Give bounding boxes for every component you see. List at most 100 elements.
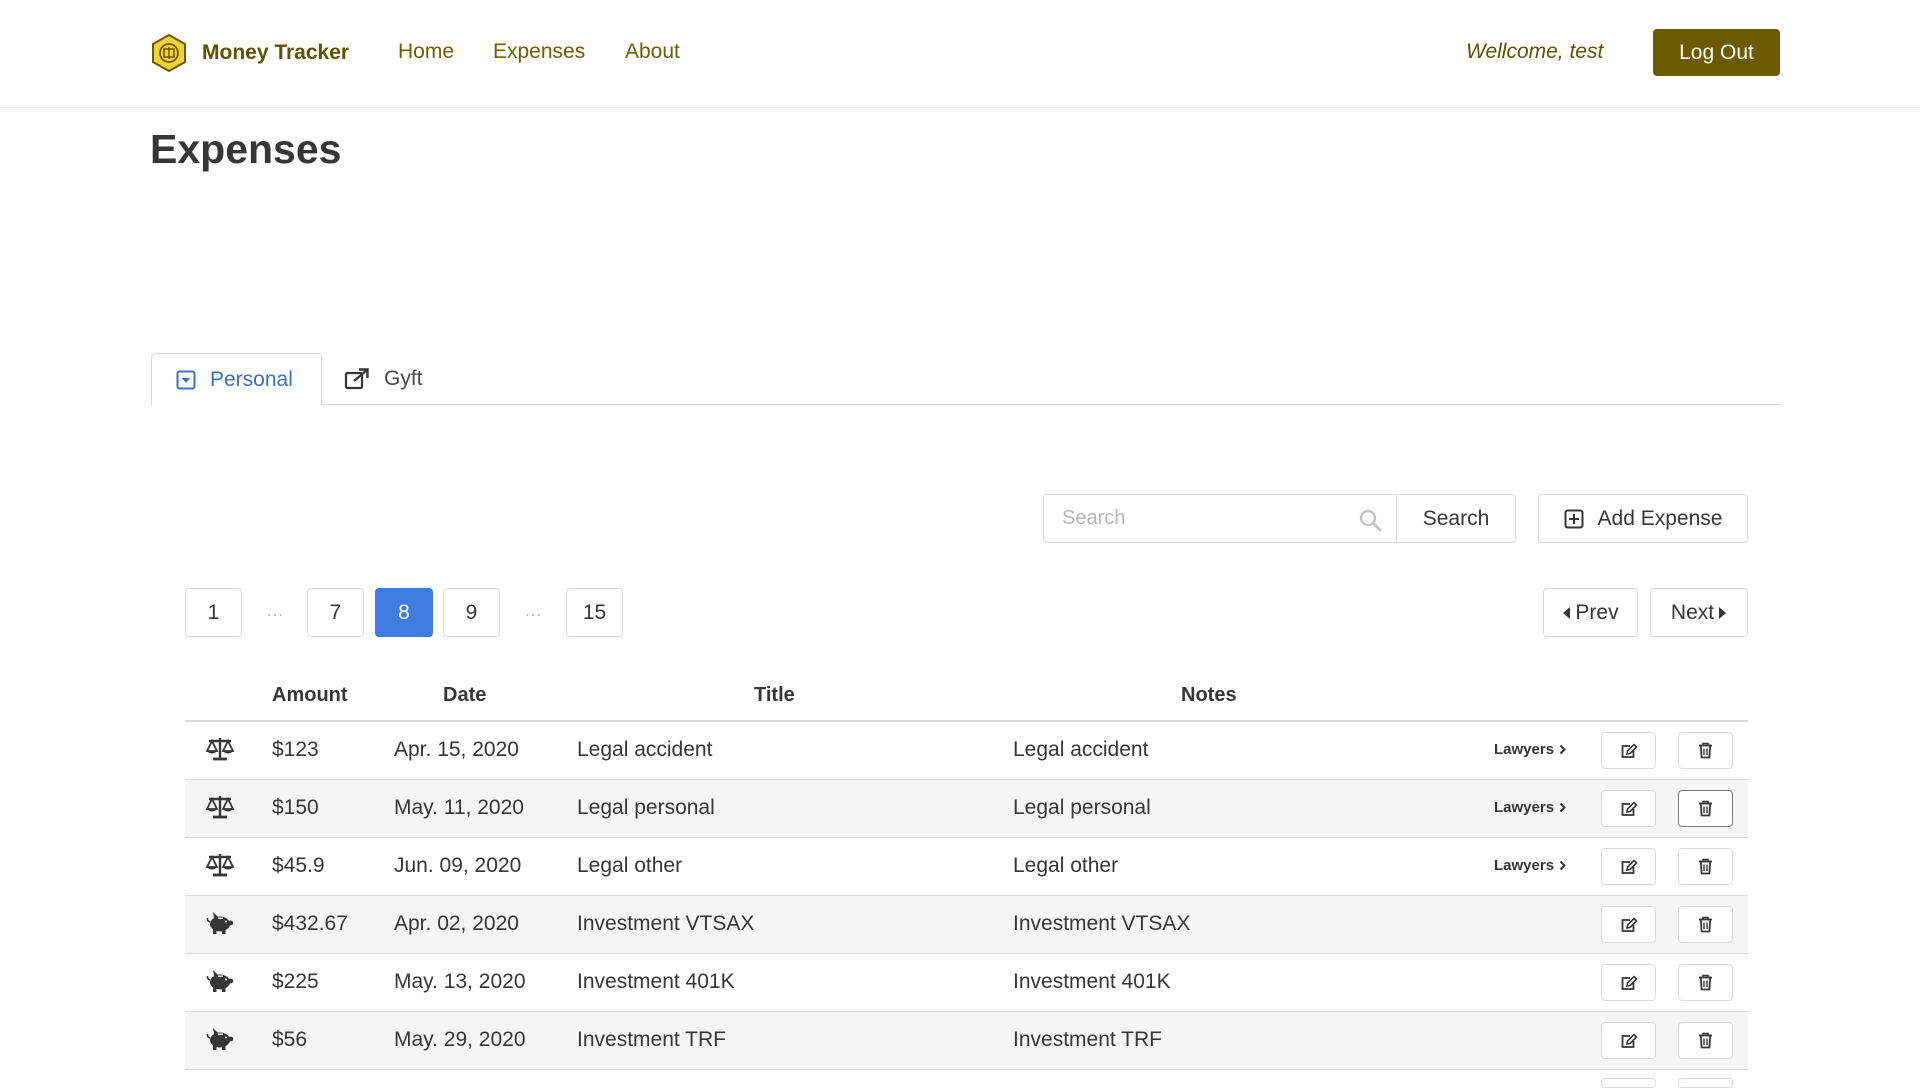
edit-button[interactable] [1601, 964, 1656, 1001]
cell-title: Legal accident [577, 738, 713, 761]
cell-amount: $56 [272, 1028, 308, 1051]
lawyers-link-label: Lawyers [1494, 857, 1555, 874]
tab-gyft[interactable]: Gyft [344, 353, 423, 405]
cell-notes: Investment TRF [1013, 1028, 1162, 1051]
balance-scale-icon [205, 794, 235, 820]
caret-left-icon [1563, 606, 1571, 619]
nav-about-link[interactable]: About [625, 40, 680, 64]
next-label: Next [1670, 600, 1715, 624]
column-header-title: Title [754, 684, 795, 706]
table-row: $225 May. 13, 2020 Investment 401K Inves… [185, 954, 1748, 1012]
edit-icon [1621, 916, 1638, 932]
lawyers-link[interactable]: Lawyers [1494, 741, 1566, 758]
nav-expenses-link[interactable]: Expenses [493, 40, 585, 64]
logout-button[interactable]: Log Out [1653, 29, 1780, 76]
cell-date: Apr. 02, 2020 [394, 912, 519, 935]
nav-home-link[interactable]: Home [398, 40, 454, 64]
page-link-15[interactable]: 15 [566, 588, 623, 637]
navbar: Money Tracker Home Expenses About Wellco… [0, 0, 1920, 108]
cell-title: Legal personal [577, 796, 715, 819]
cell-date: May. 13, 2020 [394, 970, 526, 993]
cell-date: Jun. 09, 2020 [394, 854, 522, 877]
edit-button[interactable] [1601, 848, 1656, 885]
edit-icon [1621, 800, 1638, 816]
brand-name: Money Tracker [202, 41, 350, 64]
cell-amount: $45.9 [272, 854, 325, 877]
lawyers-link-label: Lawyers [1494, 741, 1555, 758]
cell-title: Investment TRF [577, 1028, 726, 1051]
tab-personal[interactable]: Personal [151, 353, 322, 406]
cell-amount: $225 [272, 970, 319, 993]
column-header-notes: Notes [1181, 684, 1237, 706]
delete-button[interactable] [1678, 848, 1733, 885]
delete-button[interactable] [1678, 964, 1733, 1001]
money-tracker-logo-icon [152, 33, 186, 73]
edit-button[interactable] [1601, 790, 1656, 827]
balance-scale-icon [205, 852, 235, 878]
delete-button[interactable] [1678, 1022, 1733, 1059]
page-title: Expenses [150, 126, 342, 172]
external-link-icon [344, 368, 369, 390]
caret-square-down-icon [176, 370, 196, 389]
balance-scale-icon [205, 736, 235, 762]
cell-notes: Legal other [1013, 854, 1119, 877]
caret-right-icon [1719, 606, 1727, 619]
table-row: $432.67 Apr. 02, 2020 Investment VTSAX I… [185, 896, 1748, 954]
delete-button[interactable] [1678, 790, 1733, 827]
trash-icon [1699, 974, 1712, 991]
cell-notes: Investment VTSAX [1013, 912, 1191, 935]
cell-amount: $123 [272, 738, 319, 761]
page-link-7[interactable]: 7 [307, 588, 364, 637]
pagination-ellipsis: … [524, 600, 542, 620]
page-link-9[interactable]: 9 [443, 588, 500, 637]
table-row: $45.9 Jun. 09, 2020 Legal other Legal ot… [185, 838, 1748, 896]
edit-icon [1621, 1032, 1638, 1048]
prev-page-button[interactable]: Prev [1543, 588, 1638, 637]
search-button[interactable]: Search [1396, 494, 1516, 543]
lawyers-link[interactable]: Lawyers [1494, 857, 1566, 874]
brand-link[interactable]: Money Tracker [150, 32, 349, 74]
delete-button[interactable] [1678, 906, 1733, 943]
piggy-bank-icon [205, 968, 235, 994]
trash-icon [1699, 742, 1712, 759]
cell-notes: Legal personal [1013, 796, 1151, 819]
trash-icon [1699, 1032, 1712, 1049]
trash-icon [1699, 916, 1712, 933]
chevron-right-icon [1559, 860, 1566, 871]
edit-button[interactable] [1601, 1022, 1656, 1059]
chevron-right-icon [1559, 802, 1566, 813]
cell-title: Legal other [577, 854, 683, 877]
tab-personal-label: Personal [210, 367, 293, 391]
welcome-message: Wellcome, test [1466, 40, 1604, 63]
table-row: $123 Apr. 15, 2020 Legal accident Legal … [185, 722, 1748, 780]
cell-amount: $150 [272, 796, 319, 819]
table-row: $150 May. 11, 2020 Legal personal Legal … [185, 780, 1748, 838]
piggy-bank-icon [205, 910, 235, 936]
page-link-1[interactable]: 1 [185, 588, 242, 637]
page-link-8-current[interactable]: 8 [375, 588, 433, 637]
column-header-amount: Amount [272, 684, 348, 706]
edit-button[interactable] [1601, 732, 1656, 769]
trash-icon [1699, 858, 1712, 875]
cell-date: Apr. 15, 2020 [394, 738, 519, 761]
cell-amount: $432.67 [272, 912, 348, 935]
cell-notes: Legal accident [1013, 738, 1149, 761]
edit-button[interactable] [1601, 906, 1656, 943]
lawyers-link[interactable]: Lawyers [1494, 799, 1566, 816]
table-row: $56 May. 29, 2020 Investment TRF Investm… [185, 1012, 1748, 1070]
cell-date: May. 29, 2020 [394, 1028, 526, 1051]
search-field-wrapper [1043, 494, 1397, 543]
pagination-ellipsis: … [266, 600, 284, 620]
lawyers-link-label: Lawyers [1494, 799, 1555, 816]
prev-label: Prev [1575, 600, 1619, 624]
add-expense-button[interactable]: Add Expense [1538, 494, 1748, 543]
edit-icon [1621, 974, 1638, 990]
trash-icon [1699, 800, 1712, 817]
piggy-bank-icon [205, 1026, 235, 1052]
tab-gyft-label: Gyft [384, 367, 423, 390]
delete-button[interactable] [1678, 732, 1733, 769]
next-page-button[interactable]: Next [1650, 588, 1748, 637]
search-input[interactable] [1060, 495, 1354, 542]
cell-date: May. 11, 2020 [394, 796, 524, 819]
edit-icon [1621, 742, 1638, 758]
